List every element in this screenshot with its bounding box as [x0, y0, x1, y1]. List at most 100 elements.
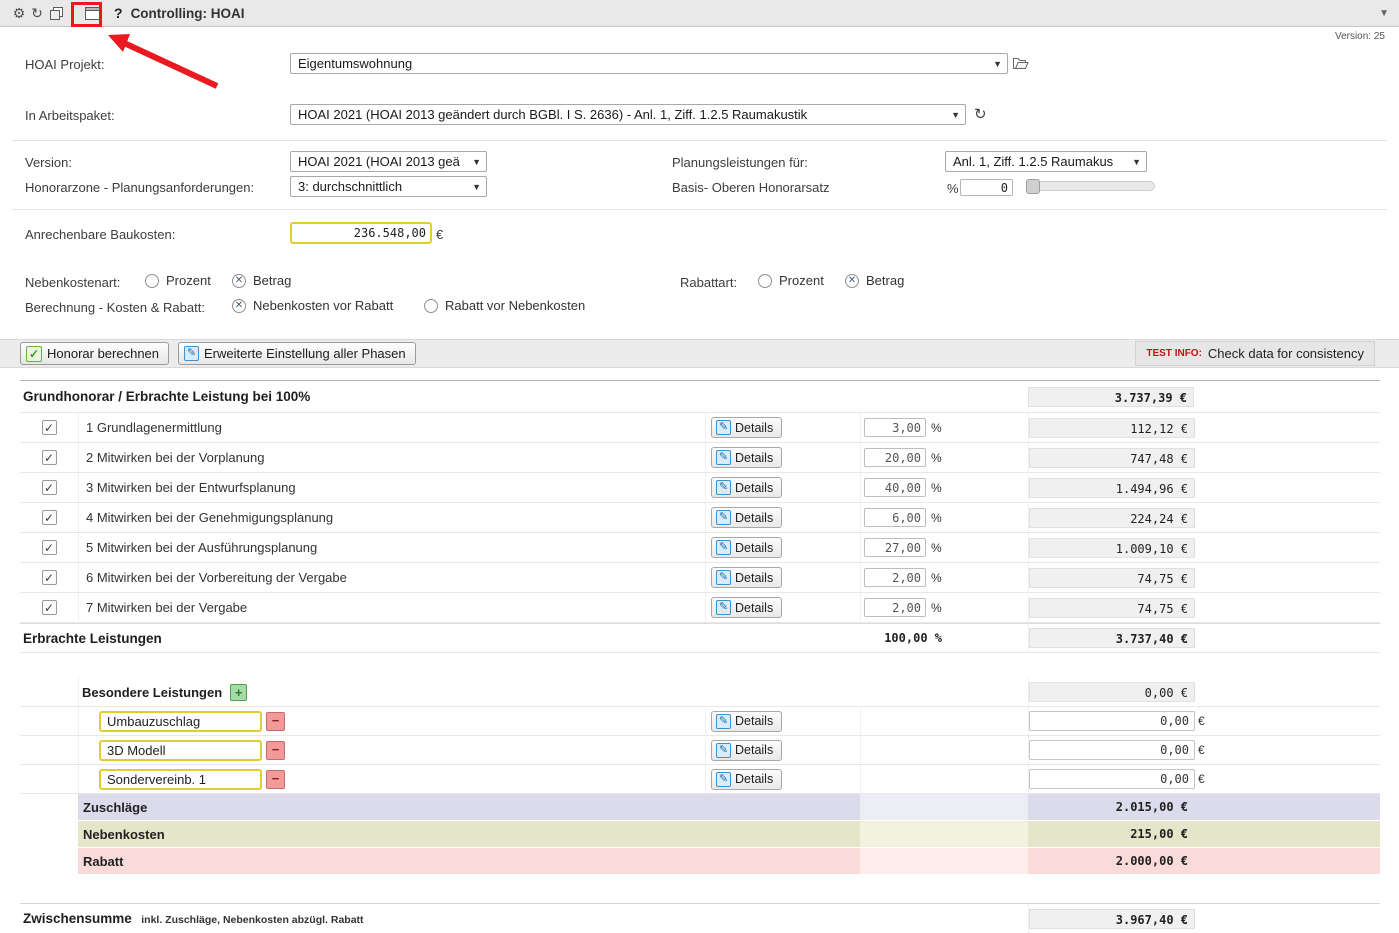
details-button-label: Details — [735, 743, 773, 757]
edit-icon: ✎ — [716, 450, 731, 465]
phase-percent-input[interactable] — [864, 568, 926, 587]
special-services-header-row: Besondere Leistungen + 0,00 € — [20, 678, 1380, 707]
base-rate-input[interactable] — [960, 179, 1013, 196]
remove-special-service-button[interactable]: − — [266, 770, 285, 789]
help-icon[interactable]: ? — [114, 5, 123, 21]
edit-icon: ✎ — [716, 714, 731, 729]
details-button[interactable]: ✎Details — [711, 477, 782, 498]
slider-handle[interactable] — [1026, 179, 1040, 194]
overhead-type-label: Nebenkostenart: — [25, 275, 120, 290]
phase-percent-input[interactable] — [864, 508, 926, 527]
settings-icon[interactable]: ⚙ — [10, 5, 28, 22]
toolbar: ⚙ ↻ ? Controlling: HOAI ▼ — [0, 0, 1399, 27]
surcharges-row: Zuschläge 2.015,00 € — [20, 794, 1380, 821]
currency-label: € — [1198, 743, 1205, 757]
discount-percent-radio[interactable]: Prozent — [758, 273, 824, 288]
edit-icon: ✎ — [716, 480, 731, 495]
details-button[interactable]: ✎Details — [711, 711, 782, 732]
percent-unit: % — [931, 421, 942, 435]
planning-for-label: Planungsleistungen für: — [672, 155, 808, 170]
advanced-settings-button[interactable]: ✎ Erweiterte Einstellung aller Phasen — [178, 342, 416, 365]
percent-unit: % — [931, 481, 942, 495]
special-service-name-input[interactable] — [99, 769, 262, 790]
phase-row: ✓ 6 Mitwirken bei der Vorbereitung der V… — [20, 563, 1380, 593]
radio-icon — [424, 299, 438, 313]
phase-checkbox[interactable]: ✓ — [42, 450, 57, 465]
calculate-fee-button[interactable]: ✓ Honorar berechnen — [20, 342, 169, 365]
overhead-percent-radio[interactable]: Prozent — [145, 273, 211, 288]
phase-percent-input[interactable] — [864, 538, 926, 557]
fee-zone-label: Honorarzone - Planungsanforderungen: — [25, 180, 254, 195]
phase-percent-input[interactable] — [864, 598, 926, 617]
phase-checkbox[interactable]: ✓ — [42, 570, 57, 585]
details-button[interactable]: ✎Details — [711, 417, 782, 438]
details-button[interactable]: ✎ Details — [711, 537, 782, 558]
discount-amount-radio[interactable]: ✕ Betrag — [845, 273, 904, 288]
edit-icon: ✎ — [716, 570, 731, 585]
annotation-arrow — [92, 28, 232, 98]
radio-icon — [758, 274, 772, 288]
reload-icon[interactable]: ↻ — [974, 105, 987, 123]
special-service-row: − ✎Details € — [20, 707, 1380, 736]
base-rate-unit: % — [947, 181, 959, 196]
planning-for-dropdown[interactable]: Anl. 1, Ziff. 1.2.5 Raumakus ▼ — [945, 151, 1147, 172]
phase-percent-input[interactable] — [864, 478, 926, 497]
percent-unit: % — [931, 511, 942, 525]
special-service-value-input[interactable] — [1029, 740, 1195, 760]
discount-label: Rabatt — [78, 848, 860, 874]
details-button[interactable]: ✎Details — [711, 769, 782, 790]
phase-checkbox[interactable]: ✓ — [42, 540, 57, 555]
special-service-value-input[interactable] — [1029, 711, 1195, 731]
phase-row: ✓ 1 Grundlagenermittlung ✎Details % 112,… — [20, 413, 1380, 443]
details-button-label: Details — [735, 772, 773, 786]
edit-icon: ✎ — [716, 510, 731, 525]
discount-percent-radio-label: Prozent — [779, 273, 824, 288]
phase-percent-input[interactable] — [864, 448, 926, 467]
special-service-value-input[interactable] — [1029, 769, 1195, 789]
details-button[interactable]: ✎Details — [711, 447, 782, 468]
panel-menu-arrow-icon[interactable]: ▼ — [1379, 8, 1389, 19]
details-button[interactable]: ✎Details — [711, 507, 782, 528]
remove-special-service-button[interactable]: − — [266, 712, 285, 731]
phase-checkbox[interactable]: ✓ — [42, 420, 57, 435]
version-dropdown[interactable]: HOAI 2021 (HOAI 2013 geä ▼ — [290, 151, 487, 172]
table-header-row: Grundhonorar / Erbrachte Leistung bei 10… — [20, 380, 1380, 413]
copy-icon[interactable] — [46, 7, 66, 20]
details-button[interactable]: ✎Details — [711, 567, 782, 588]
radio-icon — [145, 274, 159, 288]
special-service-name-input[interactable] — [99, 740, 262, 761]
version-field-label: Version: — [25, 155, 72, 170]
project-dropdown[interactable]: Eigentumswohnung ▼ — [290, 53, 1008, 74]
details-button[interactable]: ✎Details — [711, 597, 782, 618]
phase-percent-input[interactable] — [864, 418, 926, 437]
edit-icon: ✎ — [716, 540, 731, 555]
surcharges-value: 2.015,00 € — [1028, 794, 1380, 820]
details-button[interactable]: ✎Details — [711, 740, 782, 761]
sync-icon[interactable]: ↻ — [28, 5, 46, 22]
calc-order-option-a-radio[interactable]: ✕ Nebenkosten vor Rabatt — [232, 298, 393, 313]
table-header-value: 3.737,39 € — [1028, 387, 1194, 407]
version-dropdown-value: HOAI 2021 (HOAI 2013 geä — [298, 154, 460, 169]
costs-input[interactable] — [290, 222, 432, 244]
remove-special-service-button[interactable]: − — [266, 741, 285, 760]
phase-checkbox[interactable]: ✓ — [42, 600, 57, 615]
workpackage-dropdown[interactable]: HOAI 2021 (HOAI 2013 geändert durch BGBl… — [290, 104, 966, 125]
details-button-label: Details — [735, 541, 773, 555]
phase-name: 2 Mitwirken bei der Vorplanung — [86, 450, 265, 465]
calc-order-option-b-radio[interactable]: Rabatt vor Nebenkosten — [424, 298, 585, 313]
fee-zone-dropdown[interactable]: 3: durchschnittlich ▼ — [290, 176, 487, 197]
phase-name: 5 Mitwirken bei der Ausführungsplanung — [86, 540, 317, 555]
open-folder-icon[interactable] — [1012, 55, 1029, 75]
workpackage-dropdown-value: HOAI 2021 (HOAI 2013 geändert durch BGBl… — [298, 107, 807, 122]
add-special-service-button[interactable]: + — [230, 684, 247, 701]
performed-total-value: 3.737,40 € — [1029, 628, 1195, 648]
special-service-name-input[interactable] — [99, 711, 262, 732]
project-label: HOAI Projekt: — [25, 57, 104, 72]
separator — [12, 140, 1387, 141]
overhead-amount-radio[interactable]: ✕ Betrag — [232, 273, 291, 288]
fee-table: Grundhonorar / Erbrachte Leistung bei 10… — [20, 380, 1380, 933]
discount-amount-radio-label: Betrag — [866, 273, 904, 288]
base-rate-slider[interactable] — [1026, 181, 1155, 191]
phase-checkbox[interactable]: ✓ — [42, 480, 57, 495]
phase-checkbox[interactable]: ✓ — [42, 510, 57, 525]
